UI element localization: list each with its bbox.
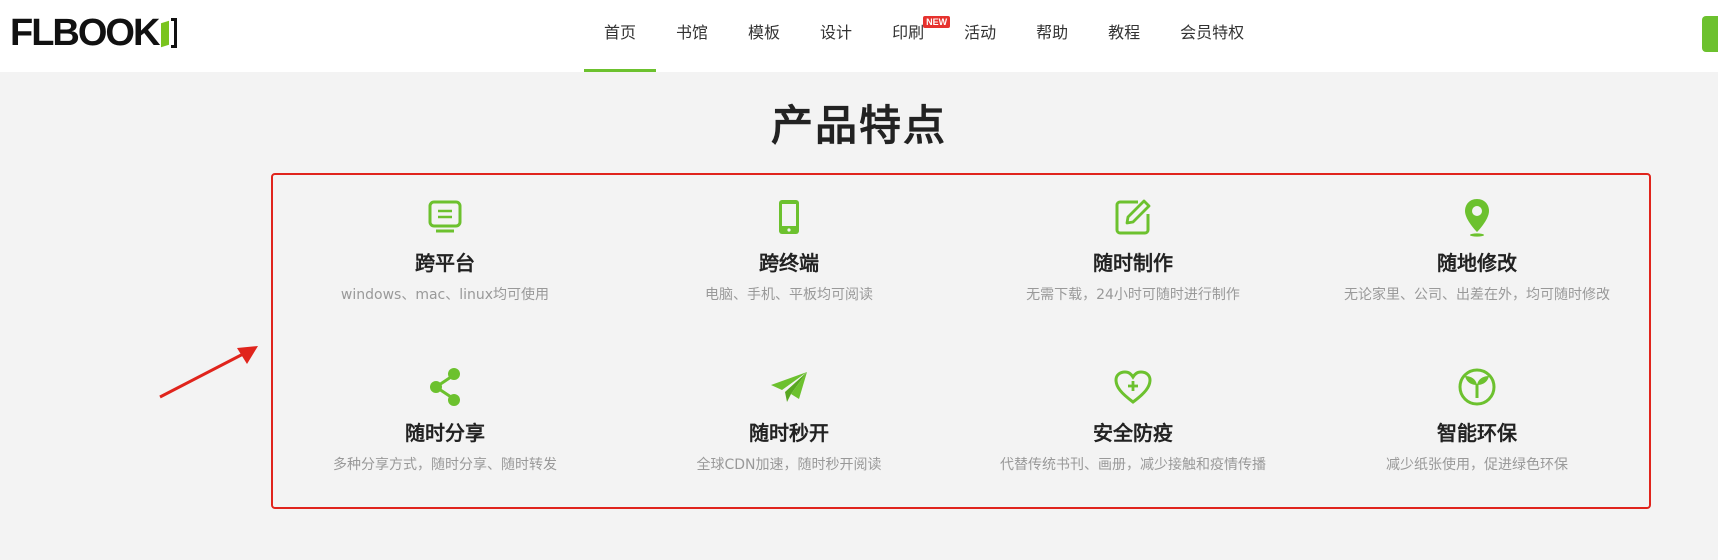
logo-text: FLBOOK	[10, 12, 160, 54]
nav-item-membership[interactable]: 会员特权	[1160, 0, 1264, 72]
logo[interactable]: FLBOOK	[10, 14, 182, 52]
feature-desc: windows、mac、linux均可使用	[340, 287, 550, 303]
section-title: 产品特点	[770, 101, 947, 150]
top-header: FLBOOK 首页 书馆 模板 设计 印刷 NEW 活动 帮助 教程 会员特权	[0, 0, 1718, 72]
feature-desc: 全球CDN加速，随时秒开阅读	[696, 457, 882, 473]
feature-title: 跨终端	[759, 251, 819, 275]
feature-desc: 减少纸张使用，促进绿色环保	[1386, 457, 1568, 473]
feature-eco-friendly: 智能环保 减少纸张使用，促进绿色环保	[1305, 365, 1649, 475]
feature-desc: 多种分享方式，随时分享、随时转发	[333, 457, 557, 473]
nav-item-templates[interactable]: 模板	[728, 0, 800, 72]
feature-title: 智能环保	[1437, 421, 1517, 445]
feature-title: 随地修改	[1437, 251, 1517, 275]
feature-cross-platform: 跨平台 windows、mac、linux均可使用	[273, 195, 617, 305]
paper-plane-icon	[617, 365, 961, 409]
header-action-button[interactable]	[1702, 16, 1718, 52]
red-arrow-annotation	[159, 346, 258, 399]
features-grid: 跨平台 windows、mac、linux均可使用 跨终端 电脑、手机、平板均可…	[273, 195, 1649, 475]
monitor-icon	[273, 195, 617, 239]
feature-title: 安全防疫	[1093, 421, 1173, 445]
feature-share-anytime: 随时分享 多种分享方式，随时分享、随时转发	[273, 365, 617, 475]
feature-title: 跨平台	[415, 251, 475, 275]
heart-plus-icon	[961, 365, 1305, 409]
feature-desc: 无需下载，24小时可随时进行制作	[1026, 287, 1240, 303]
main-nav: 首页 书馆 模板 设计 印刷 NEW 活动 帮助 教程 会员特权	[584, 0, 1264, 72]
nav-item-printing[interactable]: 印刷 NEW	[872, 0, 951, 72]
nav-item-events[interactable]: 活动	[944, 0, 1016, 72]
nav-item-home[interactable]: 首页	[584, 0, 657, 72]
logo-mark-icon	[160, 16, 182, 50]
feature-desc: 无论家里、公司、出差在外，均可随时修改	[1344, 287, 1610, 303]
feature-create-anytime: 随时制作 无需下载，24小时可随时进行制作	[961, 195, 1305, 305]
feature-desc: 电脑、手机、平板均可阅读	[705, 287, 873, 303]
nav-item-library[interactable]: 书馆	[656, 0, 728, 72]
feature-cross-device: 跨终端 电脑、手机、平板均可阅读	[617, 195, 961, 305]
feature-title: 随时制作	[1093, 251, 1173, 275]
location-pin-icon	[1305, 195, 1649, 239]
eco-leaf-icon	[1305, 365, 1649, 409]
nav-item-help[interactable]: 帮助	[1016, 0, 1088, 72]
nav-item-tutorials[interactable]: 教程	[1088, 0, 1160, 72]
nav-item-design[interactable]: 设计	[800, 0, 872, 72]
edit-icon	[961, 195, 1305, 239]
phone-icon	[617, 195, 961, 239]
feature-title: 随时分享	[405, 421, 485, 445]
feature-title: 随时秒开	[749, 421, 829, 445]
feature-epidemic-safety: 安全防疫 代替传统书刊、画册，减少接触和疫情传播	[961, 365, 1305, 475]
feature-edit-anywhere: 随地修改 无论家里、公司、出差在外，均可随时修改	[1305, 195, 1649, 305]
feature-desc: 代替传统书刊、画册，减少接触和疫情传播	[1000, 457, 1266, 473]
share-icon	[273, 365, 617, 409]
feature-instant-open: 随时秒开 全球CDN加速，随时秒开阅读	[617, 365, 961, 475]
